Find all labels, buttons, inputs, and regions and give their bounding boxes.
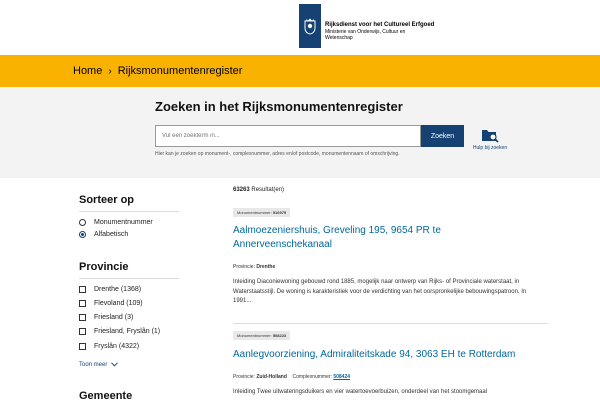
sort-option-label: Alfabetisch xyxy=(94,231,129,238)
folder-search-icon xyxy=(482,130,499,143)
monument-number: 516979 xyxy=(272,210,287,215)
municipality-heading: Gemeente xyxy=(79,390,133,400)
province-filter-item[interactable]: Friesland, Fryslân (1) xyxy=(79,328,160,335)
show-more-link[interactable]: Toon meer xyxy=(79,362,118,368)
ministry-name-line2: Wetenschap xyxy=(325,35,353,41)
result-count-suffix: Resultat(en) xyxy=(251,187,285,193)
province-filter-item[interactable]: Flevoland (109) xyxy=(79,300,143,307)
breadcrumb-bar: Home › Rijksmonumentenregister xyxy=(0,55,600,87)
sort-option-monumentnummer[interactable]: Monumentnummer xyxy=(79,219,153,226)
monument-number-label: Monumentnummer: xyxy=(237,210,272,215)
breadcrumb-separator: › xyxy=(108,65,112,77)
divider xyxy=(79,211,179,212)
crest-icon xyxy=(299,4,321,48)
divider xyxy=(79,278,179,279)
monument-number-label: Monumentnummer: xyxy=(237,333,272,338)
radio-button[interactable] xyxy=(79,219,86,226)
province-heading: Provincie xyxy=(79,261,129,273)
result-province: Provincie: Drenthe xyxy=(233,264,275,270)
result-description: Inleiding Diaconiewoning gebouwd rond 18… xyxy=(233,279,527,304)
checkbox[interactable] xyxy=(79,343,86,350)
result-description: Inleiding Twee uitwateringsduikers en vi… xyxy=(233,389,488,395)
sort-heading: Sorteer op xyxy=(79,194,135,206)
sort-option-label: Monumentnummer xyxy=(94,219,153,226)
search-input[interactable] xyxy=(155,125,421,147)
province-label: Provincie: xyxy=(233,374,255,380)
checkbox[interactable] xyxy=(79,300,86,307)
monument-number-badge: Monumentnummer: 508223 xyxy=(233,331,291,340)
result-province: Provincie: Zuid-Holland Complexnummer: 5… xyxy=(233,374,350,380)
site-header: Rijksdienst voor het Cultureel Erfgoed M… xyxy=(0,0,600,55)
complex-number-link[interactable]: 508424 xyxy=(333,374,350,380)
province-value: Drenthe xyxy=(256,264,276,270)
province-filter-item[interactable]: Friesland (3) xyxy=(79,314,133,321)
sort-option-alfabetisch[interactable]: Alfabetisch xyxy=(79,231,128,238)
breadcrumb-home-link[interactable]: Home xyxy=(73,65,102,77)
complex-label: Complexnummer: xyxy=(292,374,332,380)
result-count: 63263 Resultat(en) xyxy=(233,187,284,193)
search-help-label: Hulp bij zoeken xyxy=(472,145,508,151)
result-title-link[interactable]: Aalmoezeniershuis, Greveling 195, 9654 P… xyxy=(233,224,533,252)
radio-button-selected[interactable] xyxy=(79,231,86,238)
checkbox[interactable] xyxy=(79,314,86,321)
province-filter-item[interactable]: Drenthe (1368) xyxy=(79,286,141,293)
province-filter-item[interactable]: Fryslân (4322) xyxy=(79,343,139,350)
province-filter-label: Friesland, Fryslân (1) xyxy=(94,328,161,335)
rijksoverheid-logo[interactable]: Rijksdienst voor het Cultureel Erfgoed M… xyxy=(299,4,434,48)
search-section: Zoeken in het Rijksmonumentenregister Zo… xyxy=(0,87,600,178)
show-more-label: Toon meer xyxy=(79,362,108,369)
monument-number: 508223 xyxy=(272,333,287,338)
province-filter-label: Flevoland (109) xyxy=(94,300,143,307)
province-filter-label: Drenthe (1368) xyxy=(94,286,142,293)
province-filter-label: Friesland (3) xyxy=(94,314,134,321)
result-count-number: 63263 xyxy=(233,187,250,193)
province-value: Zuid-Holland xyxy=(256,374,287,380)
checkbox[interactable] xyxy=(79,328,86,335)
search-button[interactable]: Zoeken xyxy=(421,125,464,147)
breadcrumb-current: Rijksmonumentenregister xyxy=(117,65,243,77)
result-title-link[interactable]: Aanlegvoorziening, Admiraliteitskade 94,… xyxy=(233,348,553,362)
divider xyxy=(233,323,548,324)
province-label: Provincie: xyxy=(233,264,255,270)
search-help-link[interactable]: Hulp bij zoeken xyxy=(470,127,510,151)
checkbox[interactable] xyxy=(79,286,86,293)
chevron-down-icon xyxy=(111,362,118,367)
breadcrumb: Home › Rijksmonumentenregister xyxy=(73,65,242,77)
search-hint: Hier kan je zoeken op monument-, complex… xyxy=(155,151,400,157)
province-filter-label: Fryslân (4322) xyxy=(94,343,140,350)
monument-number-badge: Monumentnummer: 516979 xyxy=(233,208,291,217)
org-name: Rijksdienst voor het Cultureel Erfgoed xyxy=(325,22,435,28)
page-title: Zoeken in het Rijksmonumentenregister xyxy=(155,99,403,114)
